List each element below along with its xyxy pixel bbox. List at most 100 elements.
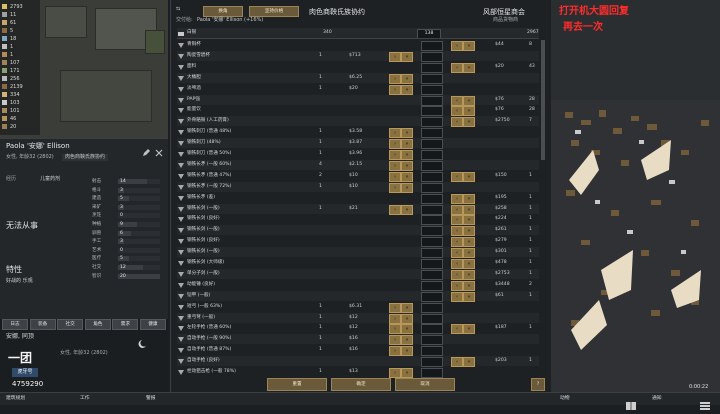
scrollbar[interactable]	[541, 40, 545, 160]
book-icon[interactable]	[626, 395, 636, 410]
trade-amount-field[interactable]	[421, 73, 443, 84]
skill-row[interactable]: 建造 5	[92, 195, 162, 202]
resource-entry[interactable]: 101	[2, 107, 20, 115]
sell-one-button[interactable]: ›	[389, 182, 401, 193]
item-icon[interactable]	[177, 227, 185, 234]
buy-all-button[interactable]: «	[463, 357, 475, 368]
resource-entry[interactable]: 256	[2, 75, 20, 83]
sell-all-button[interactable]: »	[401, 171, 413, 182]
buy-all-button[interactable]: «	[463, 106, 475, 117]
pawn-tab[interactable]: 需求	[112, 319, 139, 330]
item-icon[interactable]	[177, 195, 185, 202]
skill-row[interactable]: 驯兽 6	[92, 230, 162, 237]
sell-one-button[interactable]: ›	[389, 160, 401, 171]
buy-one-button[interactable]: ‹	[451, 259, 463, 269]
trade-amount-field[interactable]	[421, 128, 443, 139]
item-icon[interactable]	[177, 42, 185, 49]
pawn-tab[interactable]: 健康	[140, 319, 166, 330]
pawn-tab[interactable]: 装备	[29, 319, 56, 330]
trade-amount-field[interactable]	[421, 41, 443, 51]
buy-all-button[interactable]: «	[463, 204, 475, 215]
trade-amount-field[interactable]	[421, 160, 443, 171]
buy-one-button[interactable]: ‹	[451, 117, 463, 128]
buy-all-button[interactable]: «	[463, 280, 475, 291]
accept-button[interactable]: 确定	[331, 378, 391, 391]
animals-tab[interactable]: 动物	[560, 393, 570, 405]
resource-entry[interactable]: 2793	[2, 3, 23, 11]
sell-one-button[interactable]: ›	[389, 335, 401, 346]
sell-all-button[interactable]: »	[401, 150, 413, 160]
sell-all-button[interactable]: »	[401, 182, 413, 193]
sell-one-button[interactable]: ›	[389, 302, 401, 313]
trade-amount-field[interactable]	[421, 106, 443, 117]
resource-entry[interactable]: 334	[2, 91, 20, 99]
sell-all-button[interactable]: »	[401, 139, 413, 150]
buy-one-button[interactable]: ‹	[451, 106, 463, 117]
item-icon[interactable]	[177, 162, 185, 169]
trade-amount-field[interactable]	[421, 150, 443, 160]
item-icon[interactable]	[177, 206, 185, 213]
item-icon[interactable]	[177, 75, 185, 82]
buy-one-button[interactable]: ‹	[451, 62, 463, 73]
resource-entry[interactable]: 103	[2, 99, 20, 107]
item-icon[interactable]	[177, 260, 185, 267]
buy-one-button[interactable]: ‹	[451, 226, 463, 237]
sell-all-button[interactable]: »	[401, 335, 413, 346]
buy-all-button[interactable]: «	[463, 193, 475, 204]
sell-one-button[interactable]: ›	[389, 73, 401, 84]
buy-one-button[interactable]: ‹	[451, 171, 463, 182]
sell-all-button[interactable]: »	[401, 84, 413, 95]
sell-one-button[interactable]: ›	[389, 313, 401, 324]
item-icon[interactable]	[177, 347, 185, 354]
item-icon[interactable]	[177, 358, 185, 365]
resource-entry[interactable]: 107	[2, 59, 20, 67]
item-icon[interactable]	[177, 151, 185, 158]
trade-amount-field[interactable]	[421, 226, 443, 237]
reset-button[interactable]: 重置	[267, 378, 327, 391]
sell-all-button[interactable]: »	[401, 368, 413, 378]
item-icon[interactable]	[177, 129, 185, 136]
skill-row[interactable]: 智识 20	[92, 273, 162, 280]
sell-all-button[interactable]: »	[401, 160, 413, 171]
item-icon[interactable]	[177, 184, 185, 191]
pawn-tab[interactable]: 社交	[57, 319, 84, 330]
sell-all-button[interactable]: »	[401, 302, 413, 313]
trade-amount-field[interactable]	[421, 237, 443, 248]
trade-amount-field[interactable]	[421, 215, 443, 226]
resource-entry[interactable]: 171	[2, 67, 20, 75]
skill-row[interactable]: 烹饪 0	[92, 212, 162, 219]
buy-all-button[interactable]: «	[463, 41, 475, 51]
buy-all-button[interactable]: «	[463, 215, 475, 226]
sell-all-button[interactable]: »	[401, 204, 413, 215]
resource-entry[interactable]: 11	[2, 11, 16, 19]
trade-amount-field[interactable]	[421, 84, 443, 95]
buy-all-button[interactable]: «	[463, 226, 475, 237]
skill-row[interactable]: 社交 12	[92, 264, 162, 271]
sell-one-button[interactable]: ›	[389, 84, 401, 95]
buy-one-button[interactable]: ‹	[451, 193, 463, 204]
item-icon[interactable]	[177, 173, 185, 180]
item-icon[interactable]	[177, 271, 185, 278]
sell-all-button[interactable]: »	[401, 313, 413, 324]
buy-one-button[interactable]: ‹	[451, 237, 463, 248]
trade-amount-field[interactable]	[421, 139, 443, 150]
skill-row[interactable]: 格斗 3	[92, 187, 162, 194]
work-tab[interactable]: 工作	[80, 393, 90, 405]
sell-one-button[interactable]: ›	[389, 51, 401, 62]
buy-one-button[interactable]: ‹	[451, 215, 463, 226]
trade-amount-field[interactable]	[421, 95, 443, 106]
backstory-value[interactable]: 儿童药剂	[40, 176, 60, 183]
sell-all-button[interactable]: »	[401, 73, 413, 84]
buy-all-button[interactable]: «	[463, 95, 475, 106]
trade-amount-field[interactable]	[421, 357, 443, 368]
item-icon[interactable]	[177, 216, 185, 223]
trade-amount-field[interactable]	[421, 171, 443, 182]
resource-entry[interactable]: 1	[2, 51, 13, 59]
trade-amount-field[interactable]	[421, 335, 443, 346]
trade-amount-field[interactable]	[421, 324, 443, 335]
gift-mode-button[interactable]: 换角	[203, 6, 243, 17]
item-icon[interactable]	[177, 86, 185, 93]
faction-badge[interactable]: 肉色商鞅氏族协约	[62, 154, 109, 161]
item-icon[interactable]	[177, 140, 185, 147]
buy-one-button[interactable]: ‹	[451, 41, 463, 51]
